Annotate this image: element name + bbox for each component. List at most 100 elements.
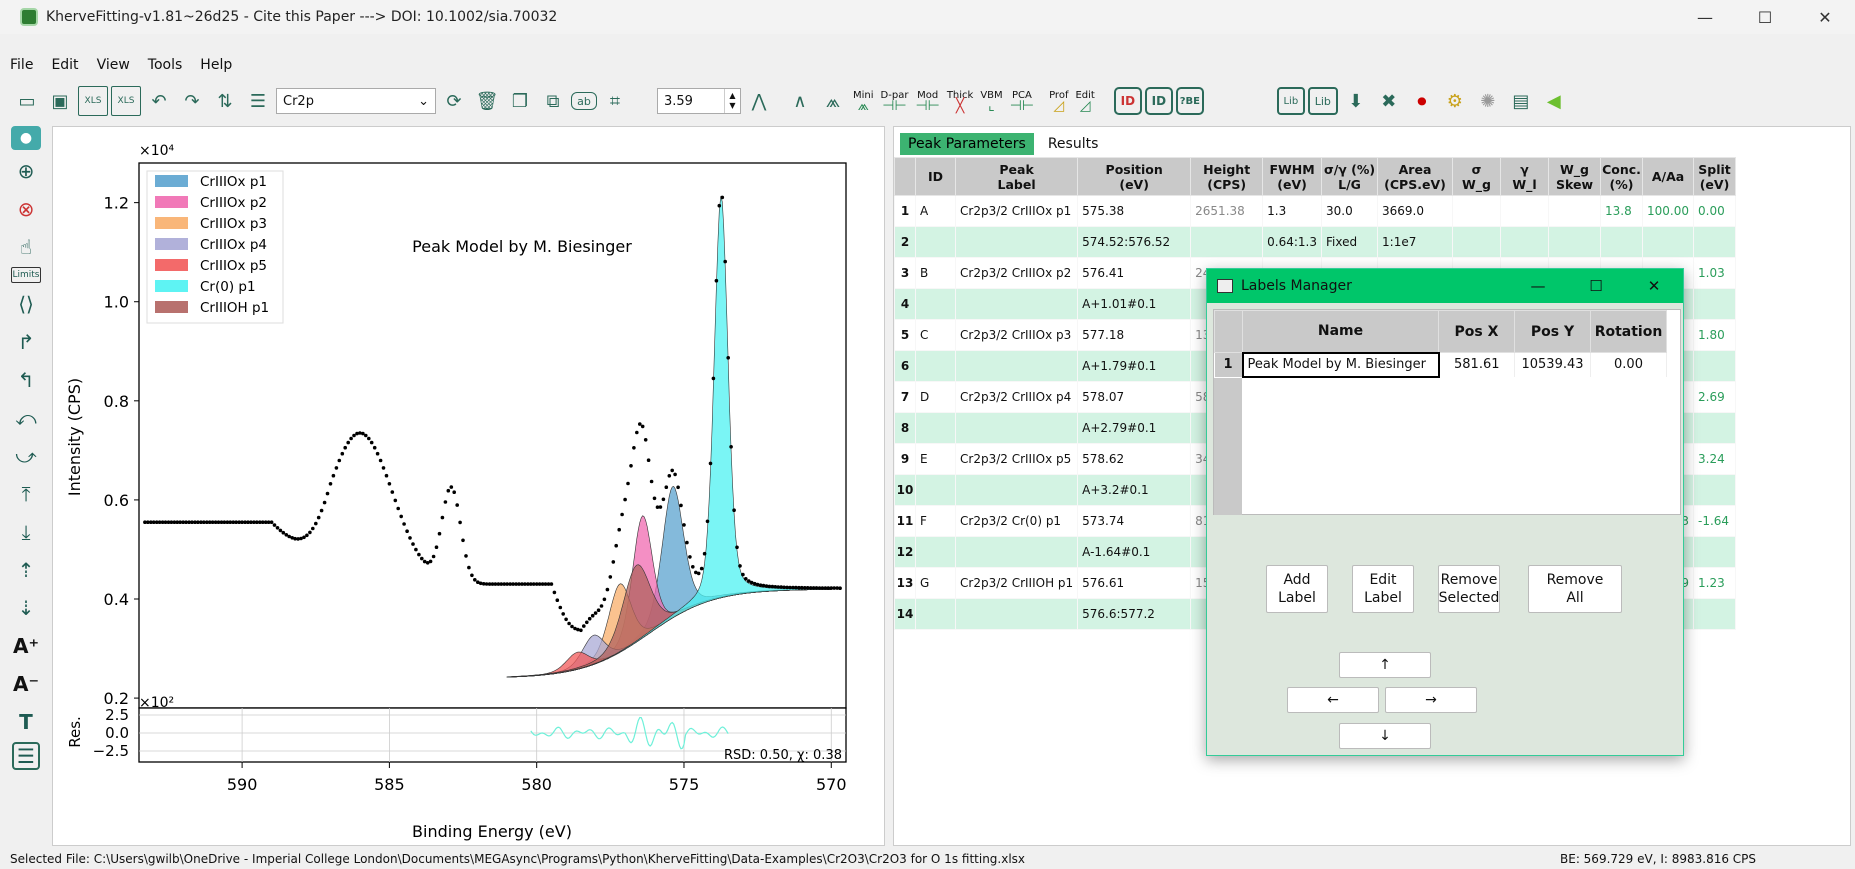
back-arrow-icon[interactable]: ◀ (1539, 86, 1569, 116)
menu-tools[interactable]: Tools (148, 57, 183, 73)
table-cell[interactable]: -1.64 (1693, 505, 1737, 537)
import-icon[interactable]: ⬇ (1341, 86, 1371, 116)
minimize-button[interactable]: — (1675, 0, 1735, 34)
vbm-button[interactable]: VBM ⌞ (978, 86, 1004, 116)
table-cell[interactable]: Cr2p3/2 CrIIIOx p5 (954, 443, 1079, 475)
column-header[interactable]: Split (eV) (1693, 157, 1737, 196)
table-cell[interactable]: A+3.2#0.1 (1077, 474, 1192, 506)
close-button[interactable]: ✕ (1795, 0, 1855, 34)
table-cell[interactable]: Cr2p3/2 CrIIIOx p4 (954, 381, 1079, 413)
label-rotation-cell[interactable]: 0.00 (1590, 352, 1667, 377)
preferences-icon[interactable]: ✺ (1473, 86, 1503, 116)
export-xls-all-icon[interactable]: XLS (111, 86, 141, 116)
id-peak-icon[interactable]: ID (1113, 87, 1142, 115)
edit-button[interactable]: Edit ◿ (1073, 86, 1096, 116)
core-level-select[interactable]: Cr2p ⌄ (276, 88, 436, 114)
table-cell[interactable] (954, 226, 1079, 258)
labels-table[interactable]: Name Pos X Pos Y Rotation 1 Peak Model b… (1213, 309, 1681, 515)
id-icon[interactable]: ID (1144, 87, 1173, 115)
be-icon[interactable]: ? BE (1175, 87, 1204, 115)
column-header[interactable]: Height (CPS) (1190, 157, 1264, 196)
list-icon[interactable]: ☰ (243, 86, 273, 116)
table-cell[interactable] (915, 288, 956, 320)
close-window-icon[interactable]: ✖ (1374, 86, 1404, 116)
menu-view[interactable]: View (97, 57, 130, 73)
table-cell[interactable]: 0.64:1.3 (1262, 226, 1323, 258)
redo-icon[interactable]: ↷ (177, 86, 207, 116)
column-header[interactable]: FWHM (eV) (1262, 157, 1323, 196)
prof-button[interactable]: Prof ◿ (1047, 86, 1070, 116)
table-cell[interactable] (1452, 226, 1502, 258)
label-icon[interactable]: ab (571, 92, 597, 110)
pan-hand-icon[interactable]: ☝ (9, 229, 43, 264)
toggle-icon[interactable]: ● (11, 126, 41, 150)
move-down-icon[interactable]: ⤓ (9, 514, 43, 549)
table-cell[interactable] (1452, 195, 1502, 227)
table-cell[interactable]: 573.74 (1077, 505, 1192, 537)
window-icon[interactable]: ⧉ (538, 86, 568, 116)
menu-edit[interactable]: Edit (51, 57, 78, 73)
table-cell[interactable]: A+1.01#0.1 (1077, 288, 1192, 320)
shift-right-down-icon[interactable]: ⤻ (9, 438, 43, 473)
table-cell[interactable]: 13.8 (1600, 195, 1644, 227)
table-cell[interactable] (1693, 412, 1737, 444)
table-cell[interactable] (1548, 226, 1602, 258)
table-cell[interactable]: 3669.0 (1377, 195, 1454, 227)
table-cell[interactable] (954, 474, 1079, 506)
limits-icon[interactable]: Limits (11, 267, 41, 283)
maximize-button[interactable]: ☐ (1735, 0, 1795, 34)
table-cell[interactable]: 30.0 (1321, 195, 1379, 227)
shift-left-up-icon[interactable]: ↱ (9, 324, 43, 359)
table-icon[interactable]: ▤ (1506, 86, 1536, 116)
column-header[interactable]: σ/γ (%) L/G (1321, 157, 1379, 196)
record-icon[interactable]: ⏺ (1407, 86, 1437, 116)
font-decrease-icon[interactable]: A⁻ (9, 666, 43, 701)
multi-peak-icon[interactable]: ⩕ (818, 86, 848, 116)
font-increase-icon[interactable]: A⁺ (9, 628, 43, 663)
copy-icon[interactable]: ❐ (505, 86, 535, 116)
table-cell[interactable]: 576.6:577.2 (1077, 598, 1192, 630)
remove-all-button[interactable]: Remove All (1528, 565, 1622, 613)
table-cell[interactable]: Cr2p3/2 CrIIIOx p1 (954, 195, 1079, 227)
pca-button[interactable]: PCA ⊣⊢ (1008, 86, 1036, 116)
refresh-icon[interactable]: ⟳ (439, 86, 469, 116)
table-cell[interactable] (915, 226, 956, 258)
label-posy-cell[interactable]: 10539.43 (1514, 352, 1591, 377)
table-cell[interactable] (915, 412, 956, 444)
move-left-button[interactable]: ← (1287, 687, 1379, 713)
thick-button[interactable]: Thick ╳ (945, 86, 976, 116)
table-cell[interactable]: B (915, 257, 956, 289)
shift-right-up-icon[interactable]: ↰ (9, 362, 43, 397)
tab-results[interactable]: Results (1040, 133, 1107, 155)
column-header[interactable]: Area (CPS.eV) (1377, 157, 1454, 196)
settings-cog-icon[interactable]: ⚙ (1440, 86, 1470, 116)
table-row[interactable]: 1 A Cr2p3/2 CrIIIOx p1 575.38 2651.38 1.3 30.0… (894, 195, 1737, 227)
table-cell[interactable]: 576.41 (1077, 257, 1192, 289)
column-header[interactable]: ID (915, 157, 956, 196)
table-cell[interactable]: 578.07 (1077, 381, 1192, 413)
header-name[interactable]: Name (1242, 310, 1439, 353)
add-label-button[interactable]: Add Label (1266, 565, 1328, 613)
lower-icon[interactable]: ⇣ (9, 590, 43, 625)
table-cell[interactable]: E (915, 443, 956, 475)
dpar-button[interactable]: D-par ⊣⊢ (879, 86, 911, 116)
table-cell[interactable] (1693, 288, 1737, 320)
table-cell[interactable]: 574.52:576.52 (1077, 226, 1192, 258)
dialog-maximize-button[interactable]: ☐ (1567, 269, 1625, 303)
spectrum-chart[interactable]: 1.21.00.80.60.40.22.50.0−2.5 590 585 580 57… (53, 127, 886, 847)
column-header[interactable]: Conc. (%) (1600, 157, 1644, 196)
value-spinner[interactable]: 3.59 ▲ ▼ (657, 88, 741, 114)
move-down-button[interactable]: ↓ (1339, 723, 1431, 749)
move-right-button[interactable]: → (1385, 687, 1477, 713)
table-cell[interactable]: G (915, 567, 956, 599)
dialog-minimize-button[interactable]: — (1509, 269, 1567, 303)
header-pos-x[interactable]: Pos X (1438, 310, 1515, 353)
table-cell[interactable]: Cr2p3/2 CrIIIOH p1 (954, 567, 1079, 599)
table-cell[interactable]: Cr2p3/2 Cr(0) p1 (954, 505, 1079, 537)
table-row[interactable]: 2 574.52:576.52 0.64:1.3 Fixed 1:1e7 (894, 226, 1737, 258)
header-rotation[interactable]: Rotation (1590, 310, 1667, 353)
table-row[interactable]: 1 Peak Model by M. Biesinger 581.61 1053… (1214, 351, 1667, 378)
table-cell[interactable] (1600, 226, 1644, 258)
zoom-out-icon[interactable]: ⊗ (9, 191, 43, 226)
table-cell[interactable] (1500, 226, 1550, 258)
